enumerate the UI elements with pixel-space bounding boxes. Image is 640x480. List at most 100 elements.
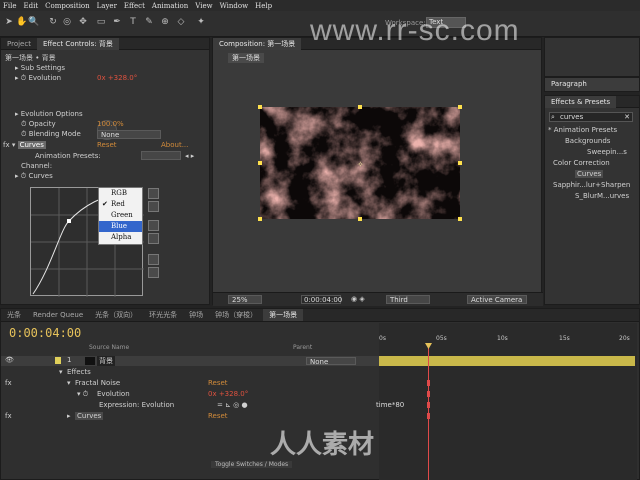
animation-presets-select[interactable]: [141, 151, 181, 160]
channel-option-rgb[interactable]: RGB: [99, 188, 142, 199]
expression-controls-icon[interactable]: = ⊾ ◎ ●: [217, 401, 248, 409]
tab-effect-controls[interactable]: Effect Controls: 背景: [36, 37, 119, 50]
tab-timeline[interactable]: 光条（双向）: [89, 309, 143, 321]
tab-effects-presets[interactable]: Effects & Presets: [545, 95, 617, 108]
tab-timeline[interactable]: 钟场: [183, 309, 209, 321]
timeline-timecode[interactable]: 0:00:04:00: [9, 326, 81, 340]
snapshot-icon[interactable]: ◉ ◈: [351, 295, 365, 303]
comp-timecode[interactable]: 0:00:04:00: [301, 295, 342, 304]
camera-tool-icon[interactable]: ◎: [62, 17, 72, 29]
expression-row[interactable]: Expression: Evolution = ⊾ ◎ ●: [1, 401, 379, 411]
fractal-reset-button[interactable]: Reset: [208, 379, 228, 387]
reset-curve-icon[interactable]: [148, 267, 159, 278]
menu-composition[interactable]: Composition: [45, 2, 90, 10]
evolution-tl-row[interactable]: ▾ ⏱ Evolution 0x +328.0°: [1, 390, 379, 400]
label-color-swatch[interactable]: [55, 357, 61, 364]
menu-help[interactable]: Help: [255, 2, 272, 10]
fx-icon[interactable]: fx: [5, 412, 12, 420]
sub-settings-row[interactable]: ▸ Sub Settings: [15, 64, 65, 72]
timeline-tracks[interactable]: 0s 05s 10s 15s 20s time*80: [376, 323, 637, 480]
camera-select[interactable]: Active Camera: [467, 295, 527, 304]
fx-icon[interactable]: fx: [5, 379, 12, 387]
opacity-value[interactable]: 100.0%: [97, 120, 124, 128]
clear-search-icon[interactable]: ✕: [624, 113, 630, 121]
tab-timeline[interactable]: 钟场（穿梭）: [209, 309, 263, 321]
tree-item[interactable]: Sweepin...s: [587, 148, 627, 156]
toggle-switches-button[interactable]: Toggle Switches / Modes: [211, 461, 293, 468]
transform-handle[interactable]: [258, 217, 262, 221]
stopwatch-icon[interactable]: ⏱: [21, 172, 26, 180]
zoom-tool-icon[interactable]: 🔍: [28, 17, 39, 29]
transform-handle[interactable]: [358, 105, 362, 109]
effects-search-input[interactable]: ⌕ curves ✕: [549, 112, 633, 122]
tab-paragraph[interactable]: Paragraph: [545, 78, 639, 91]
menu-file[interactable]: File: [3, 2, 16, 10]
menu-window[interactable]: Window: [220, 2, 249, 10]
pencil-tool-icon[interactable]: [148, 201, 159, 212]
tab-timeline-active[interactable]: 第一场景: [263, 309, 304, 321]
transform-handle[interactable]: [258, 161, 262, 165]
transform-handle[interactable]: [358, 217, 362, 221]
layer-row[interactable]: 👁 1 背景 None: [1, 356, 379, 366]
zoom-select[interactable]: 25%: [228, 295, 262, 304]
menu-edit[interactable]: Edit: [23, 2, 38, 10]
eraser-tool-icon[interactable]: ◇: [176, 17, 186, 29]
tab-timeline[interactable]: 光条: [1, 309, 27, 321]
tab-project[interactable]: Project: [1, 38, 37, 50]
resolution-select[interactable]: Third: [386, 295, 430, 304]
curves-effect-row[interactable]: fx ▾ Curves: [3, 141, 46, 149]
smooth-curve-icon[interactable]: [148, 254, 159, 265]
transform-handle[interactable]: [458, 161, 462, 165]
menu-view[interactable]: View: [195, 2, 212, 10]
tab-timeline[interactable]: 环光光条: [143, 309, 183, 321]
fx-icon[interactable]: fx: [3, 141, 10, 149]
tab-render-queue[interactable]: Render Queue: [27, 309, 89, 321]
stopwatch-icon[interactable]: ⏱: [21, 74, 26, 82]
menu-effect[interactable]: Effect: [124, 2, 145, 10]
tree-item[interactable]: * Animation Presets: [548, 126, 617, 134]
evolution-value[interactable]: 0x +328.0°: [97, 74, 137, 82]
pen-tool-icon[interactable]: ✒: [112, 17, 122, 29]
text-tool-icon[interactable]: T: [128, 17, 138, 29]
transform-handle[interactable]: [258, 105, 262, 109]
transform-handle[interactable]: [458, 217, 462, 221]
selection-tool-icon[interactable]: ➤: [4, 17, 14, 29]
tree-item[interactable]: Backgrounds: [565, 137, 610, 145]
transform-handle[interactable]: [458, 105, 462, 109]
fractal-noise-row[interactable]: fx ▾ Fractal Noise Reset: [1, 379, 379, 389]
time-ruler[interactable]: [379, 335, 637, 345]
menu-layer[interactable]: Layer: [97, 2, 117, 10]
comp-subtab[interactable]: 第一场景: [228, 53, 264, 63]
curves-tl-row[interactable]: fx ▸ Curves Reset: [1, 412, 379, 422]
puppet-tool-icon[interactable]: ✦: [196, 17, 206, 29]
rotate-tool-icon[interactable]: ↻: [48, 17, 58, 29]
channel-option-alpha[interactable]: Alpha: [99, 232, 142, 243]
effects-row[interactable]: ▾ Effects: [1, 368, 379, 378]
hand-tool-icon[interactable]: ✋: [16, 17, 27, 29]
channel-option-blue[interactable]: Blue: [99, 221, 142, 232]
stopwatch-icon[interactable]: ⏱: [21, 120, 26, 128]
eye-icon[interactable]: 👁: [5, 356, 14, 364]
layer-duration-bar[interactable]: [379, 356, 635, 366]
playhead-icon[interactable]: [425, 343, 432, 349]
tab-composition[interactable]: Composition: 第一场景: [213, 37, 302, 50]
parent-select[interactable]: None: [306, 357, 356, 366]
tree-item[interactable]: Color Correction: [553, 159, 610, 167]
curves-about-button[interactable]: About...: [161, 141, 188, 149]
evolution-tl-value[interactable]: 0x +328.0°: [208, 390, 248, 398]
tree-item[interactable]: Curves: [575, 170, 604, 178]
mask-tool-icon[interactable]: ▭: [96, 17, 106, 29]
stopwatch-icon[interactable]: ⏱: [21, 130, 26, 138]
keyframe[interactable]: [427, 391, 430, 397]
tree-item[interactable]: S_BlurM...urves: [575, 192, 629, 200]
keyframe[interactable]: [427, 413, 430, 419]
keyframe[interactable]: [427, 402, 430, 408]
expression-text[interactable]: time*80: [376, 401, 404, 409]
open-curve-icon[interactable]: [148, 220, 159, 231]
curves-tl-reset-button[interactable]: Reset: [208, 412, 228, 420]
evolution-options-row[interactable]: ▸ Evolution Options: [15, 110, 83, 118]
curves-reset-button[interactable]: Reset: [97, 141, 117, 149]
preset-nav-icon[interactable]: ◂ ▸: [185, 152, 194, 160]
save-curve-icon[interactable]: [148, 233, 159, 244]
menu-animation[interactable]: Animation: [152, 2, 188, 10]
